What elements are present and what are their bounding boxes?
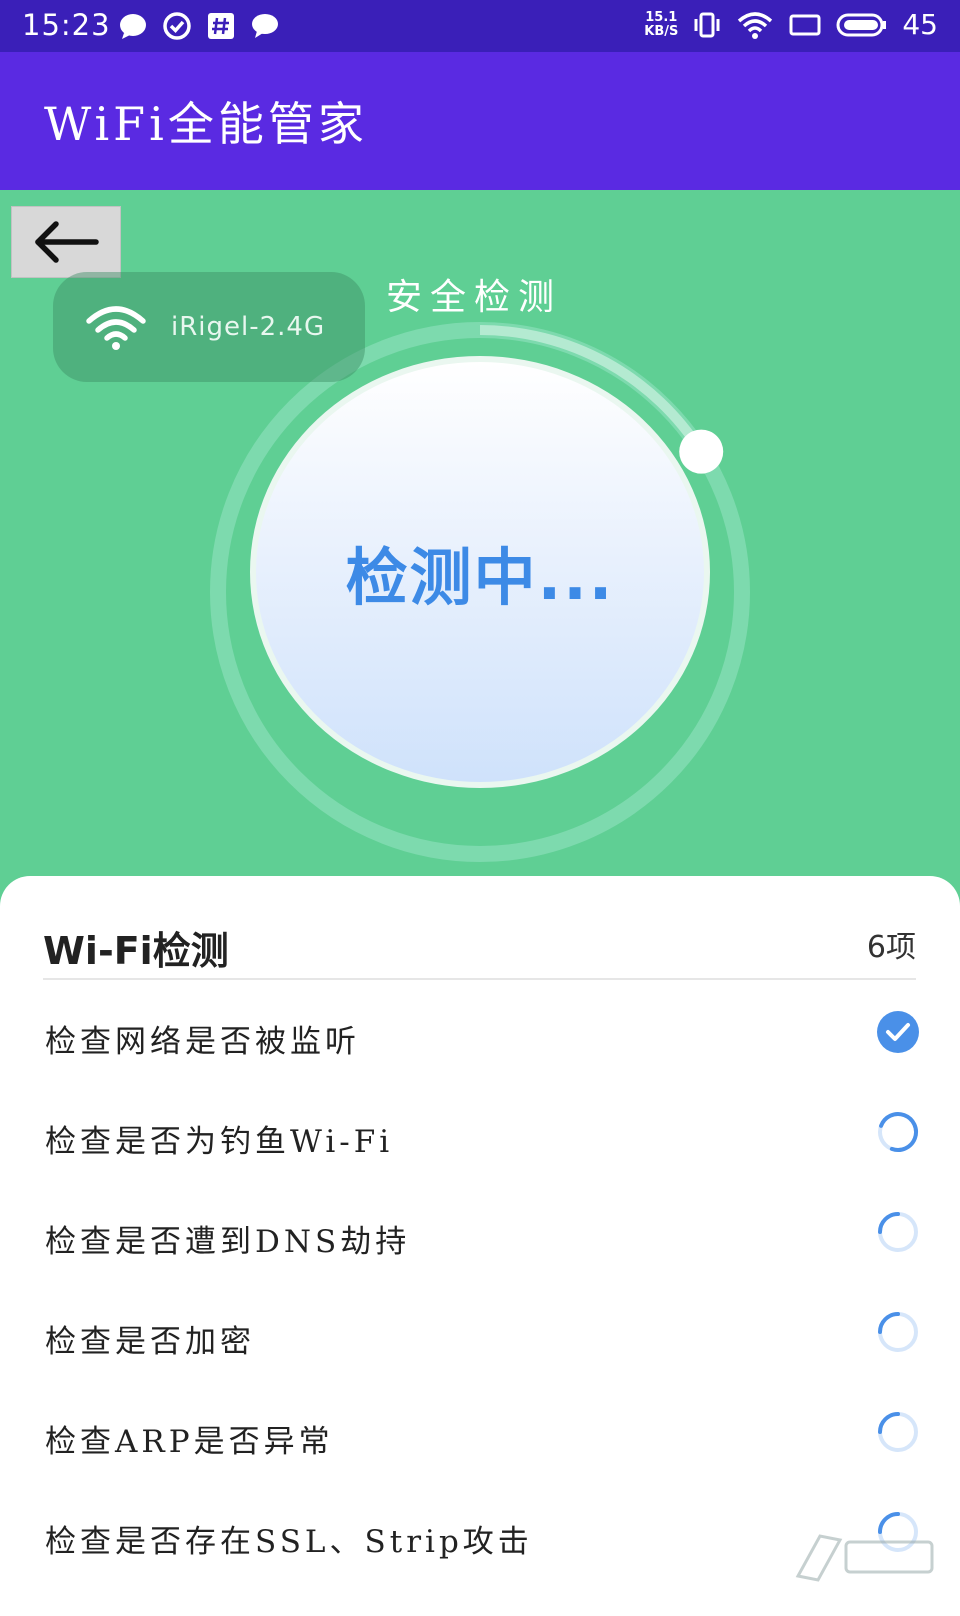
sheet-header: Wi-Fi检测 6项 <box>43 920 916 980</box>
loading-spinner-icon <box>878 1212 918 1252</box>
arrow-left-icon <box>35 221 99 263</box>
check-label: 检查是否加密 <box>45 1324 255 1360</box>
list-item: 检查ARP是否异常 <box>0 1380 960 1480</box>
chat-bubble-icon <box>120 14 146 39</box>
notification-icons <box>118 11 280 41</box>
check-label: 检查是否为钓鱼Wi-Fi <box>45 1124 394 1160</box>
check-list: 检查网络是否被监听 检查是否为钓鱼Wi-Fi 检查是否遭到DNS劫持 检查是否加… <box>0 980 960 1580</box>
net-speed: 15.1 KB/S <box>644 9 679 39</box>
loading-spinner-icon <box>878 1412 918 1452</box>
list-item: 检查是否加密 <box>0 1280 960 1380</box>
message-icon <box>252 14 278 38</box>
system-icons: 15.1 KB/S 45 <box>644 8 938 41</box>
check-label: 检查ARP是否异常 <box>45 1424 334 1460</box>
list-item: 检查网络是否被监听 <box>0 980 960 1080</box>
list-item: 检查是否为钓鱼Wi-Fi <box>0 1080 960 1180</box>
detection-sheet: Wi-Fi检测 6项 检查网络是否被监听 检查是否为钓鱼Wi-Fi 检查是否遭到… <box>0 876 960 1616</box>
screen-icon <box>789 14 821 35</box>
sheet-title: Wi-Fi检测 <box>43 929 229 973</box>
hash-icon <box>208 13 234 39</box>
ssid-chip: iRigel-2.4G <box>53 272 365 382</box>
check-circle-icon <box>163 12 191 40</box>
status-time: 15:23 <box>22 8 111 42</box>
back-button[interactable] <box>11 206 121 278</box>
scan-status: 检测中... <box>345 541 615 614</box>
battery-level: 45 <box>902 8 938 41</box>
ssid-name: iRigel-2.4G <box>171 312 326 342</box>
loading-spinner-icon <box>878 1312 918 1352</box>
status-bar: 15:23 15.1 KB/S 45 <box>0 0 960 52</box>
sheet-count: 6项 <box>866 930 916 965</box>
net-speed-unit: KB/S <box>644 23 679 39</box>
check-label: 检查是否遭到DNS劫持 <box>45 1224 411 1260</box>
check-done-icon <box>877 1011 919 1053</box>
check-label: 检查网络是否被监听 <box>45 1024 360 1060</box>
watermark-logo <box>795 1534 934 1582</box>
app-bar: WiFi全能管家 <box>0 52 960 190</box>
scan-circle[interactable]: 检测中... <box>250 356 710 788</box>
net-speed-value: 15.1 <box>645 9 678 25</box>
wifi-icon <box>86 306 146 350</box>
wifi-icon <box>738 11 773 39</box>
hero-caption: 安全检测 <box>386 277 563 318</box>
app-title: WiFi全能管家 <box>44 97 368 151</box>
battery-icon <box>836 13 887 36</box>
progress-knob <box>679 429 724 474</box>
check-label: 检查是否存在SSL、Strip攻击 <box>45 1524 533 1560</box>
loading-spinner-icon <box>878 1112 918 1152</box>
list-item: 检查是否遭到DNS劫持 <box>0 1180 960 1280</box>
vibrate-icon <box>694 12 720 37</box>
